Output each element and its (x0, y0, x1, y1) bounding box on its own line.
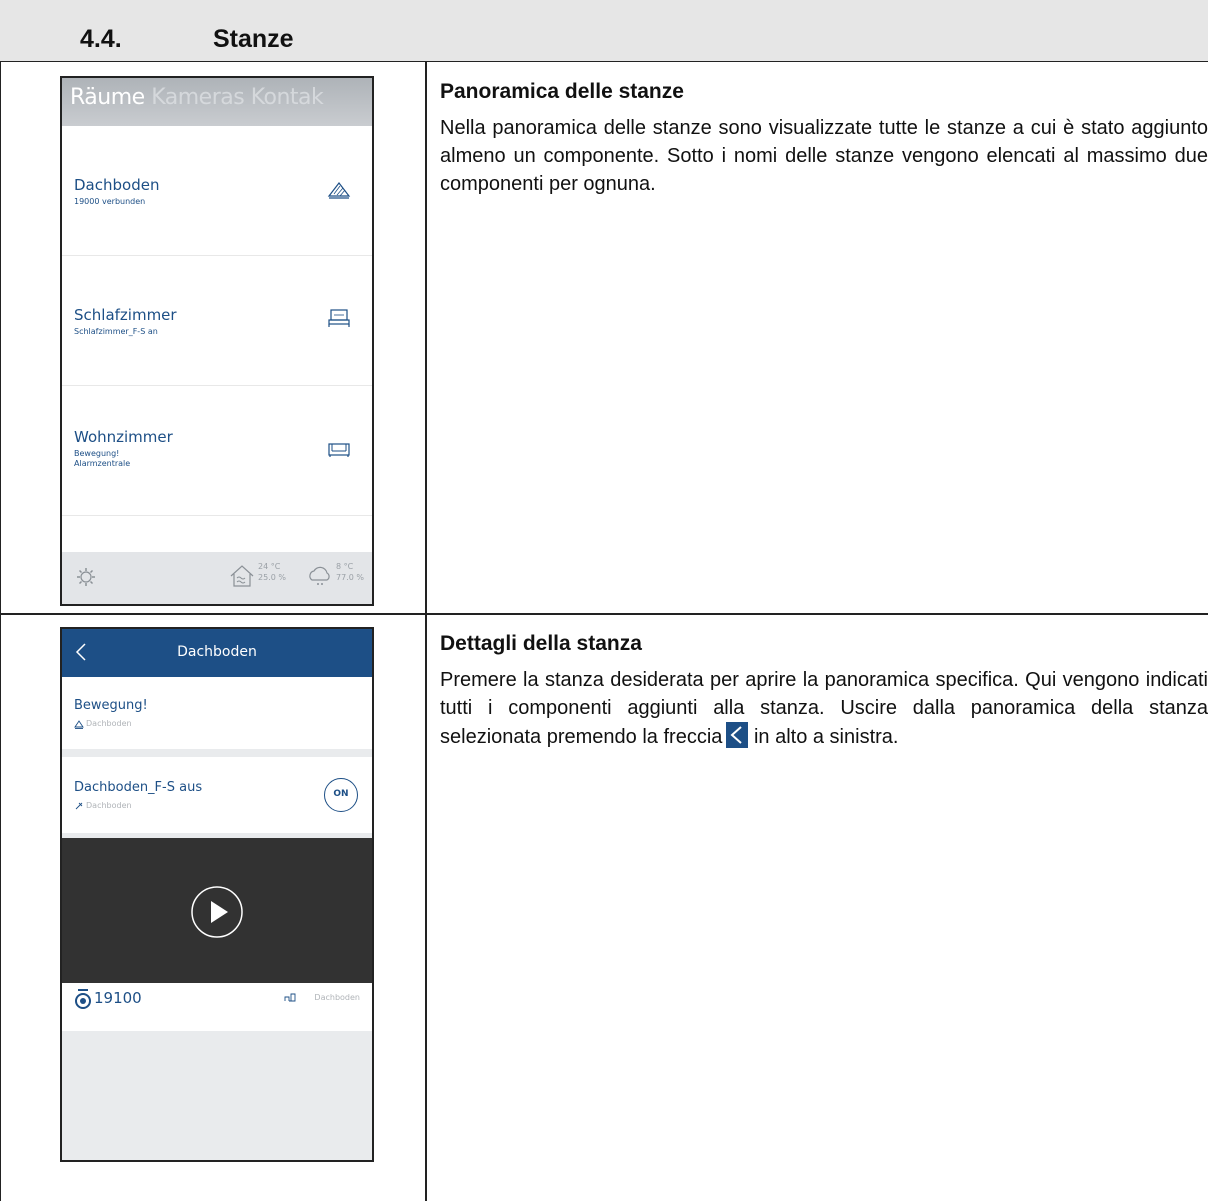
room-title: Dachboden (177, 644, 257, 660)
camera-room: Dachboden (314, 993, 360, 1002)
room-item-dachboden[interactable]: Dachboden 19000 verbunden (62, 126, 372, 256)
room-status-2: Alarmzentrale (74, 459, 131, 468)
room-item-wohnzimmer[interactable]: Wohnzimmer Bewegung! Alarmzentrale (62, 386, 372, 516)
room-details-description: Dettagli della stanza Premere la stanza … (440, 632, 1208, 751)
room-name: Dachboden (74, 176, 160, 194)
attic-icon (327, 182, 351, 199)
bottom-bar: 24 °C 25.0 % 8 °C 77.0 % (62, 552, 372, 604)
indoor-humidity: 25.0 % (258, 573, 286, 582)
room-overview-heading: Panoramica delle stanze (440, 80, 684, 103)
section-number: 4.4. (80, 25, 122, 53)
outdoor-humidity: 77.0 % (336, 573, 364, 582)
gear-icon[interactable] (76, 567, 96, 587)
top-tabs: Räume Kameras Kontak (62, 78, 372, 126)
room-overview-screenshot: Räume Kameras Kontak Dachboden 19000 ver… (60, 76, 374, 606)
indoor-temp: 24 °C (258, 562, 281, 571)
component-name: Dachboden_F-S aus (74, 780, 203, 795)
table-column-divider (425, 62, 427, 1201)
section-title: Stanze (213, 25, 294, 53)
component-name: Bewegung! (74, 698, 148, 713)
section-header: 4.4. Stanze (0, 0, 1208, 62)
indoor-readout: 24 °C 25.0 % (258, 561, 286, 583)
plug-small-icon (75, 802, 83, 810)
room-small-icon (284, 993, 296, 1002)
sofa-icon (328, 443, 350, 457)
on-button[interactable]: ON (324, 778, 358, 812)
room-status: Bewegung! (74, 449, 120, 458)
back-arrow-icon (726, 722, 749, 748)
table-row-divider (0, 613, 1208, 615)
indoor-climate-icon (230, 565, 254, 587)
room-title-bar: Dachboden (62, 629, 372, 677)
room-name: Schlafzimmer (74, 306, 177, 324)
camera-info-row[interactable]: 19100 Dachboden (62, 983, 372, 1031)
component-room: Dachboden (86, 801, 132, 810)
play-icon[interactable] (189, 884, 245, 940)
room-item-schlafzimmer[interactable]: Schlafzimmer Schlafzimmer_F-S an (62, 256, 372, 386)
outdoor-weather-icon (309, 566, 330, 585)
tab-raeume[interactable]: Räume (70, 85, 145, 110)
attic-small-icon (74, 720, 84, 729)
outdoor-readout: 8 °C 77.0 % (336, 561, 364, 583)
room-details-heading: Dettagli della stanza (440, 632, 642, 655)
room-status: Schlafzimmer_F-S an (74, 327, 158, 336)
component-card-motion[interactable]: Bewegung! Dachboden (62, 677, 372, 749)
camera-name: 19100 (94, 989, 142, 1007)
room-overview-text: Nella panoramica delle stanze sono visua… (440, 117, 1208, 195)
tab-kontakte[interactable]: Kontak (251, 85, 324, 110)
room-status: 19000 verbunden (74, 197, 146, 206)
outdoor-temp: 8 °C (336, 562, 354, 571)
camera-icon (75, 989, 91, 1009)
room-name: Wohnzimmer (74, 428, 173, 446)
component-card-switch[interactable]: Dachboden_F-S aus Dachboden ON (62, 757, 372, 833)
room-overview-description: Panoramica delle stanze Nella panoramica… (440, 80, 1208, 198)
room-details-screenshot: Dachboden Bewegung! Dachboden Dachboden_… (60, 627, 374, 1162)
tab-kameras[interactable]: Kameras (151, 85, 244, 110)
room-details-text: Premere la stanza desiderata per aprire … (440, 666, 1208, 751)
camera-video[interactable] (62, 838, 372, 983)
component-room: Dachboden (86, 719, 132, 728)
bed-icon (328, 309, 350, 327)
room-details-text-part2: in alto a sinistra. (753, 726, 899, 748)
